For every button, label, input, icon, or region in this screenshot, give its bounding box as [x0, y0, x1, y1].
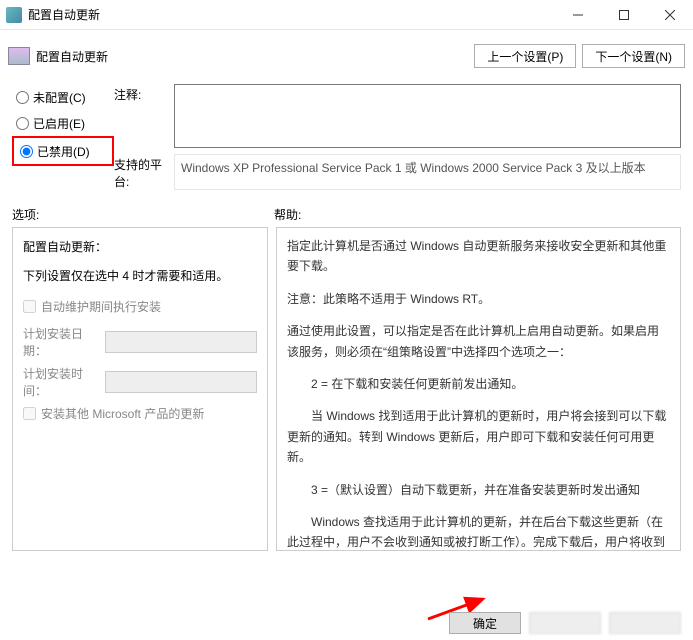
- cancel-button[interactable]: [529, 612, 601, 634]
- footer-buttons: 确定: [449, 612, 681, 634]
- title-bar: 配置自动更新: [0, 0, 693, 30]
- options-note: 下列设置仅在选中 4 时才需要和适用。: [23, 267, 257, 284]
- help-text: 注意：此策略不适用于 Windows RT。: [287, 289, 670, 309]
- next-setting-button[interactable]: 下一个设置(N): [582, 44, 685, 68]
- sched-day-select[interactable]: [105, 331, 257, 353]
- sched-time-label: 计划安装时间：: [23, 365, 105, 399]
- checkbox-ms-products[interactable]: 安装其他 Microsoft 产品的更新: [23, 405, 257, 422]
- options-pane: 配置自动更新： 下列设置仅在选中 4 时才需要和适用。 自动维护期间执行安装 计…: [12, 227, 268, 551]
- header-label: 配置自动更新: [36, 48, 108, 65]
- maximize-button[interactable]: [601, 0, 647, 30]
- minimize-button[interactable]: [555, 0, 601, 30]
- checkbox-maintenance[interactable]: 自动维护期间执行安装: [23, 298, 257, 315]
- help-text: Windows 查找适用于此计算机的更新，并在后台下载这些更新（在此过程中，用户…: [287, 512, 670, 551]
- help-text: 指定此计算机是否通过 Windows 自动更新服务来接收安全更新和其他重要下载。: [287, 236, 670, 277]
- options-label: 选项:: [12, 206, 274, 223]
- window-title: 配置自动更新: [28, 6, 555, 23]
- policy-icon: [8, 47, 30, 65]
- sched-time-select[interactable]: [105, 371, 257, 393]
- apply-button[interactable]: [609, 612, 681, 634]
- ok-button[interactable]: 确定: [449, 612, 521, 634]
- help-pane[interactable]: 指定此计算机是否通过 Windows 自动更新服务来接收安全更新和其他重要下载。…: [276, 227, 681, 551]
- help-label: 帮助:: [274, 206, 301, 223]
- help-text: 当 Windows 找到适用于此计算机的更新时，用户将会接到可以下载更新的通知。…: [287, 406, 670, 467]
- state-radio-group: 未配置(C) 已启用(E) 已禁用(D): [12, 84, 114, 196]
- header-row: 配置自动更新 上一个设置(P) 下一个设置(N): [0, 30, 693, 76]
- help-text: 通过使用此设置，可以指定是否在此计算机上启用自动更新。如果启用该服务，则必须在“…: [287, 321, 670, 362]
- radio-not-configured[interactable]: 未配置(C): [12, 84, 114, 110]
- options-title: 配置自动更新：: [23, 238, 257, 255]
- app-icon: [6, 7, 22, 23]
- help-text: 2 = 在下载和安装任何更新前发出通知。: [287, 374, 670, 394]
- platform-text: Windows XP Professional Service Pack 1 或…: [174, 154, 681, 190]
- radio-disabled[interactable]: 已禁用(D): [16, 138, 110, 164]
- help-text: 3 =（默认设置）自动下载更新，并在准备安装更新时发出通知: [287, 480, 670, 500]
- sched-day-label: 计划安装日期：: [23, 325, 105, 359]
- comment-textarea[interactable]: [174, 84, 681, 148]
- previous-setting-button[interactable]: 上一个设置(P): [474, 44, 576, 68]
- platform-label: 支持的平台:: [114, 154, 174, 190]
- comment-label: 注释:: [114, 84, 174, 148]
- close-button[interactable]: [647, 0, 693, 30]
- radio-enabled[interactable]: 已启用(E): [12, 110, 114, 136]
